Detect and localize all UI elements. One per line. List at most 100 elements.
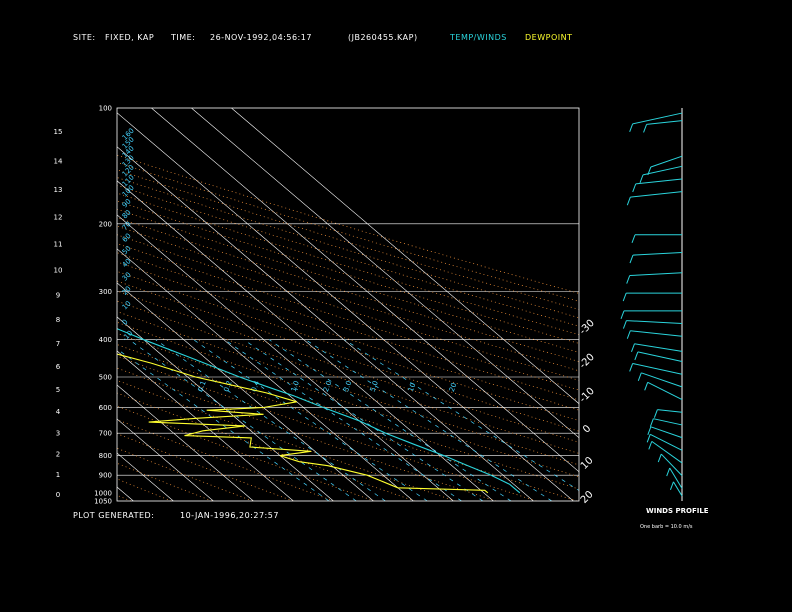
wind-barb [632,112,683,125]
wind-barb-flag [631,234,636,243]
isotherm [117,214,454,501]
height-tick-label: 12 [54,214,63,222]
theta-label: 40 [121,257,133,269]
pressure-tick-label: 200 [99,220,112,228]
isotherm [117,112,574,501]
height-tick-label: 9 [56,292,60,300]
height-tick-label: 3 [56,429,60,437]
isotherm [0,108,53,501]
dry-adiabat [117,355,537,501]
mixing-ratio-line [305,339,552,501]
height-tick-label: 7 [56,340,60,348]
wind-barb-flag [629,123,634,133]
height-tick-label: 5 [56,386,60,394]
isotherm [117,350,294,501]
mixing-ratio-label: 2.0 [322,380,333,393]
wind-barb-flag [622,292,627,302]
isotherm [117,418,214,501]
pressure-tick-label: 800 [99,452,112,460]
dry-adiabat [117,192,579,336]
wind-barb [650,155,683,168]
right-temperature-label: 10 [579,455,596,472]
mixing-ratio-label: 0.2 [222,380,233,393]
wind-barb-flag [626,275,631,284]
wind-barb-flag [626,330,631,339]
theta-label: 30 [121,271,133,283]
wind-barb-flag [669,481,674,491]
skewt-chart: 0.1 0.2 0.4 1.0 2.0 3.0 5.0 10 20-10010203040506… [0,105,709,531]
dry-adiabat [117,184,579,327]
pressure-tick-label: 1050 [94,498,112,506]
height-tick-label: 2 [56,450,60,458]
pressure-tick-label: 900 [99,472,112,480]
dry-adiabat [117,252,579,401]
wind-barb [646,120,683,125]
wind-barb [653,418,683,426]
height-tick-label: 6 [56,363,61,371]
isotherm [0,108,13,501]
height-tick-label: 11 [54,240,63,248]
dry-adiabat [117,462,213,501]
theta-label: 60 [121,232,133,244]
dry-adiabat [117,200,579,344]
dry-adiabat [117,234,579,381]
dry-adiabat [117,311,579,466]
wind-barb-flag [622,320,627,329]
isotherm [117,452,174,501]
height-tick-label: 1 [56,471,60,479]
wind-barb [630,330,683,337]
mixing-ratio-label: 3.0 [342,380,353,393]
theta-label: 70 [121,220,133,232]
dry-adiabat [117,225,579,372]
pressure-tick-label: 300 [99,288,112,296]
theta-label: 90 [121,197,133,209]
wind-barb-flag [643,124,648,133]
wind-barb-flag [646,434,651,443]
right-temperature-label: -10 [578,386,597,405]
wind-barb-flag [632,183,637,193]
dewpoint-line [117,353,489,494]
height-tick-label: 8 [56,316,60,324]
dry-adiabat [117,280,579,432]
wind-barb-flag [644,382,649,391]
pressure-tick-label: 700 [99,430,112,438]
right-temperature-label: -30 [578,318,597,337]
pressure-tick-label: 600 [99,404,112,412]
height-tick-label: 15 [54,128,63,136]
right-temperature-label: 20 [579,489,596,506]
wind-barb [657,409,683,413]
height-tick-label: 0 [56,491,60,499]
wind-barb-flag [647,426,652,435]
dry-adiabat [117,405,375,501]
pressure-tick-label: 400 [99,336,112,344]
wind-barb [632,362,683,375]
wind-barb [629,272,683,277]
dry-adiabat [117,162,579,302]
wind-barb-flag [639,174,644,184]
dry-adiabat [117,300,579,454]
mixing-ratio-line [243,339,484,501]
winds-profile-title: WINDS PROFILE [646,507,709,515]
wind-barb-flag [648,441,653,450]
isotherm [191,108,579,439]
mixing-ratio-label: 1.0 [290,380,301,393]
wind-barb [632,252,683,256]
dry-adiabat [117,332,579,490]
theta-label: 0 [121,318,130,327]
wind-barb [660,453,683,476]
dry-adiabat [117,208,579,353]
wind-barb [641,372,683,388]
theta-label: 80 [121,208,133,220]
wind-barb-flag [620,310,625,320]
dry-adiabat [117,261,579,411]
isotherm [231,108,579,405]
dry-adiabat [117,154,579,294]
wind-barb [630,191,683,198]
wind-barb-flag [666,467,671,477]
dry-adiabat [117,419,334,501]
isotherm [151,108,579,473]
isotherm [117,282,374,501]
mixing-ratio-line [344,339,579,491]
height-tick-label: 14 [54,157,63,165]
pressure-tick-label: 100 [99,105,112,113]
